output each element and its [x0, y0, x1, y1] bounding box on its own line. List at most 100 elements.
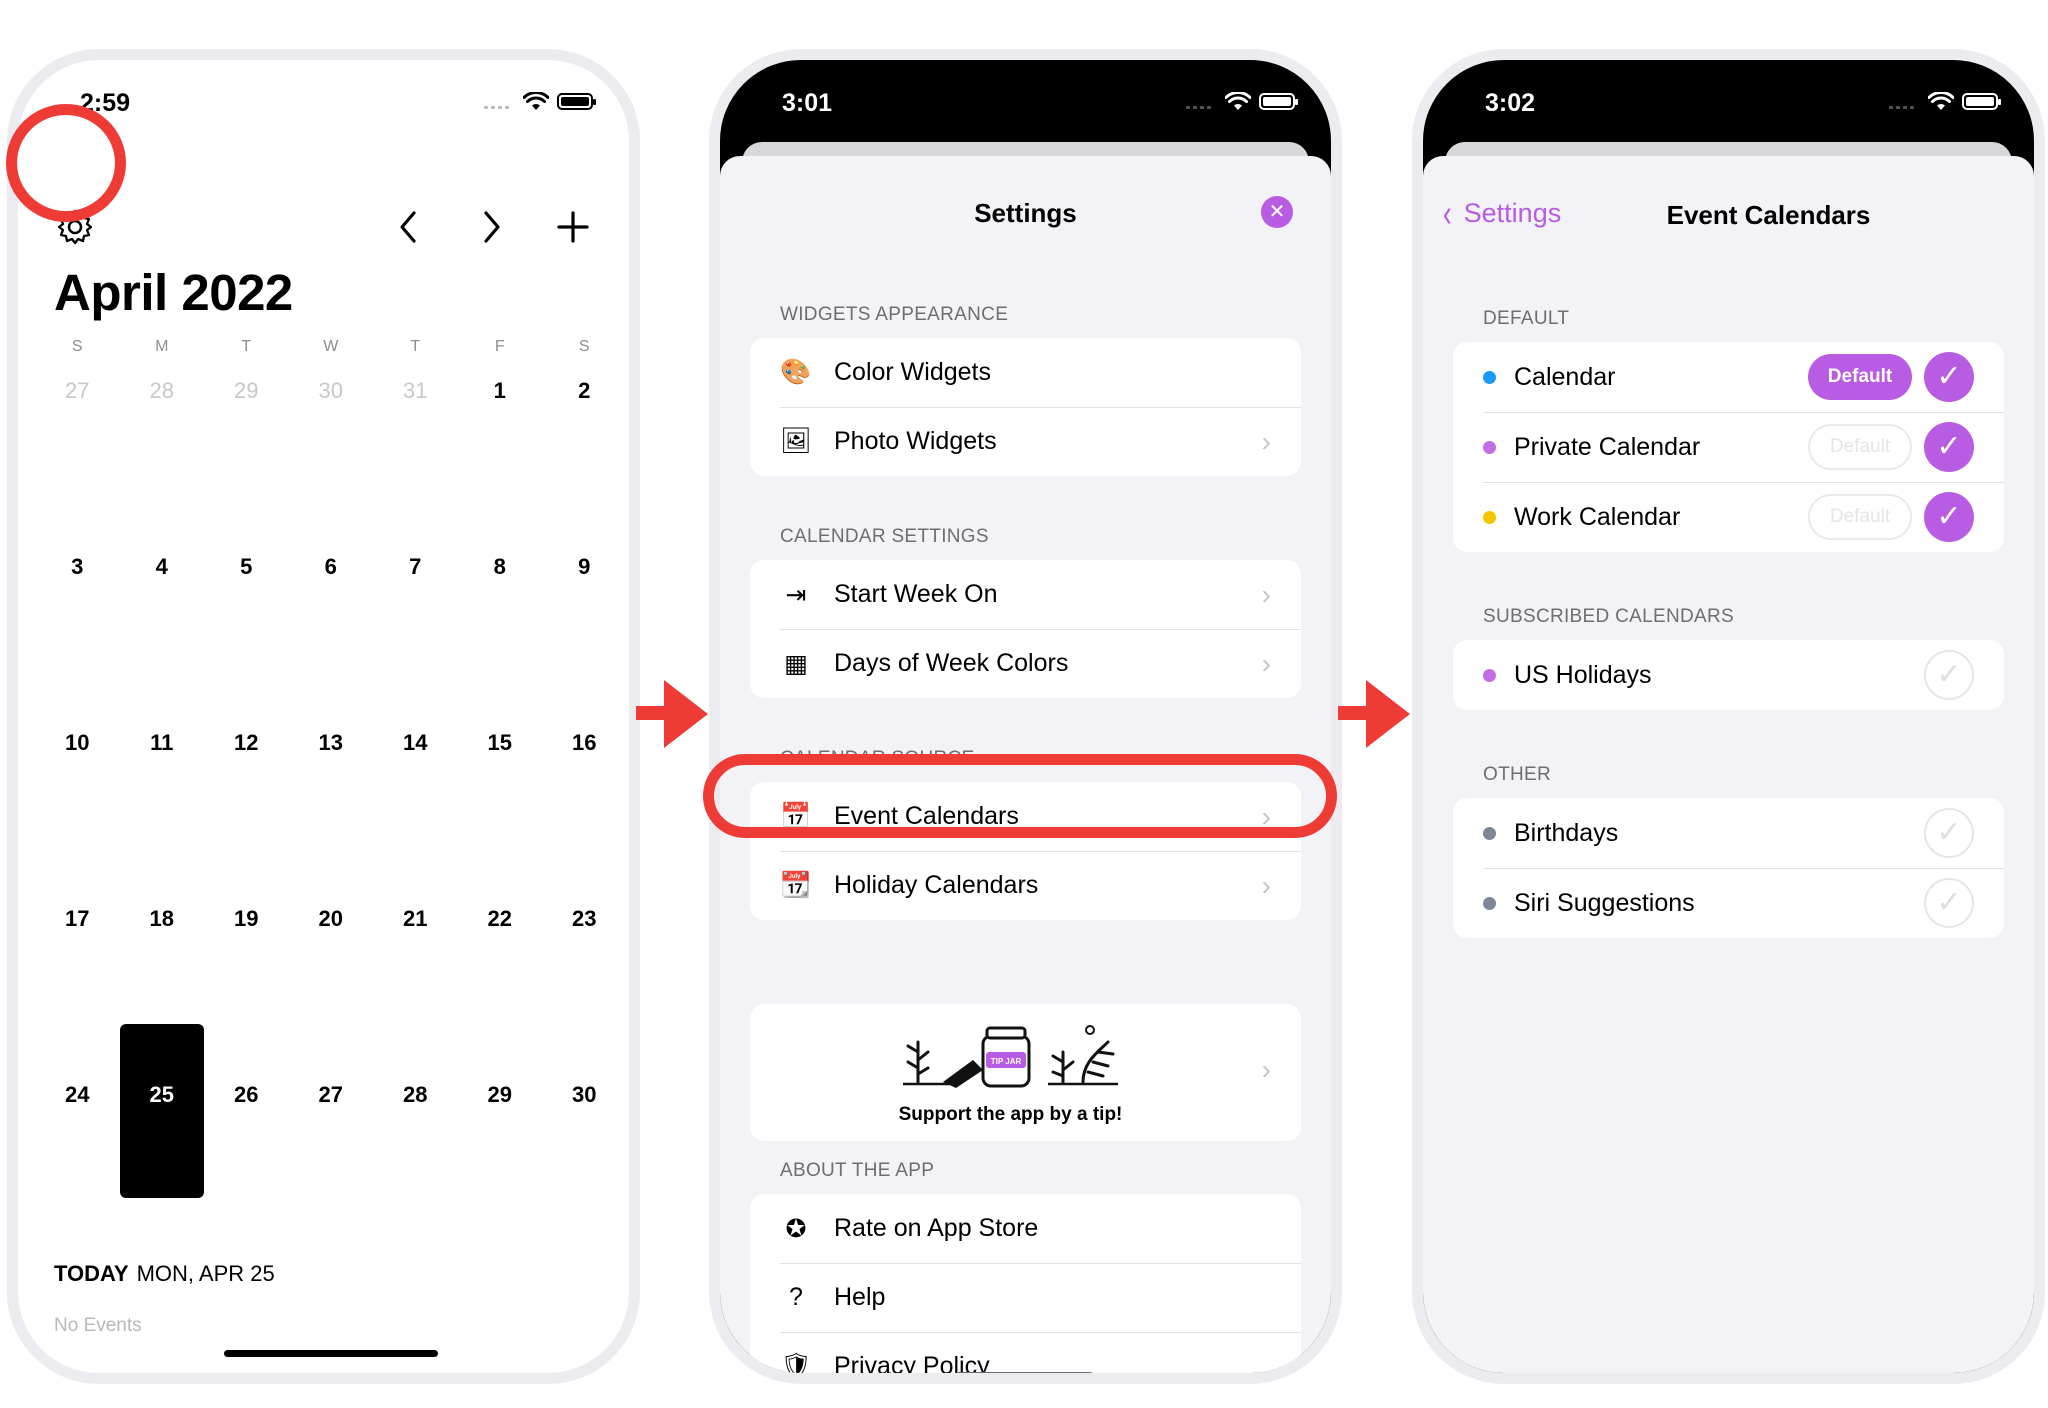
default-pill[interactable]: Default — [1808, 354, 1912, 400]
signal-icon — [484, 95, 509, 109]
day-cell[interactable]: 6 — [289, 548, 374, 724]
weekday-label: S — [71, 338, 83, 355]
checkmark-icon[interactable]: ✓ — [1924, 650, 1974, 700]
calendar-color-dot — [1483, 826, 1496, 840]
day-cell[interactable]: 18 — [120, 900, 205, 1076]
calendar-label: Calendar — [1514, 362, 1616, 391]
calendar-label: Work Calendar — [1514, 502, 1681, 531]
calendar-label: Birthdays — [1514, 818, 1619, 847]
row-label: Privacy Policy — [834, 1352, 990, 1380]
day-cell[interactable]: 14 — [373, 724, 458, 900]
day-cell[interactable]: 21 — [373, 900, 458, 1076]
weekday-label: F — [494, 338, 505, 355]
day-cell[interactable]: 5 — [204, 548, 289, 724]
day-cell[interactable]: 22 — [458, 900, 543, 1076]
checkmark-icon[interactable]: ✓ — [1924, 808, 1974, 858]
battery-icon — [1259, 93, 1298, 110]
settings-row-start-week[interactable]: ⇥ Start Week On › — [750, 560, 1301, 629]
settings-row-photo-widgets[interactable]: 🖼 Photo Widgets › — [750, 407, 1301, 476]
plus-icon[interactable] — [554, 208, 592, 253]
section-header: SUBSCRIBED CALENDARS — [1483, 606, 1734, 627]
chevron-right-icon[interactable] — [480, 208, 504, 253]
default-pill[interactable]: Default — [1808, 424, 1912, 470]
event-calendars-screen: 3:02 ‹ Settings Event Calendars DEFAULT … — [1412, 49, 2045, 1384]
section-header: OTHER — [1483, 764, 1551, 785]
battery-icon — [557, 93, 596, 110]
day-cell[interactable]: 27 — [35, 372, 120, 548]
settings-row-week-colors[interactable]: ▦ Days of Week Colors › — [750, 629, 1301, 698]
day-cell[interactable]: 20 — [289, 900, 374, 1076]
checkmark-icon[interactable]: ✓ — [1924, 422, 1974, 472]
tip-jar-card[interactable]: TIP JAR Support the app by a tip! › — [750, 1004, 1301, 1141]
question-circle-icon: ? — [789, 1283, 803, 1311]
row-label: Rate on App Store — [834, 1214, 1039, 1242]
day-cell[interactable]: 28 — [120, 372, 205, 548]
day-cell[interactable]: 29 — [204, 372, 289, 548]
day-cell[interactable]: 19 — [204, 900, 289, 1076]
day-cell[interactable]: 11 — [120, 724, 205, 900]
day-cell[interactable]: 1 — [458, 372, 543, 548]
arrow-right-icon — [636, 680, 708, 748]
settings-row-rate[interactable]: ✪ Rate on App Store — [750, 1194, 1301, 1263]
wifi-icon — [523, 92, 549, 110]
status-time: 3:01 — [782, 89, 833, 117]
calendar-grid-icon: ▦ — [784, 649, 808, 678]
row-label: Color Widgets — [834, 358, 991, 386]
day-cell[interactable]: 29 — [458, 1076, 543, 1252]
about-group: ✪ Rate on App Store ? Help 🛡 Privacy Pol… — [750, 1194, 1301, 1380]
day-cell[interactable]: 31 — [373, 372, 458, 548]
chevron-left-icon[interactable] — [396, 208, 420, 253]
today-summary: TODAY MON, APR 25 — [54, 1261, 275, 1287]
palette-icon: 🎨 — [780, 358, 812, 386]
checkmark-icon[interactable]: ✓ — [1924, 492, 1974, 542]
day-cell[interactable]: 8 — [458, 548, 543, 724]
day-cell[interactable]: 3 — [35, 548, 120, 724]
calendar-row[interactable]: Siri Suggestions ✓ — [1453, 868, 2004, 938]
calendar-row[interactable]: US Holidays ✓ — [1453, 640, 2004, 710]
day-cell[interactable]: 15 — [458, 724, 543, 900]
settings-row-holiday-calendars[interactable]: 📆 Holiday Calendars › — [750, 851, 1301, 920]
settings-row-privacy[interactable]: 🛡 Privacy Policy — [750, 1332, 1301, 1380]
close-button[interactable]: ✕ — [1261, 196, 1293, 228]
day-cell[interactable]: 16 — [542, 724, 627, 900]
day-cell[interactable]: 30 — [289, 372, 374, 548]
day-cell-today[interactable]: 25 — [120, 1076, 205, 1252]
section-header: WIDGETS APPEARANCE — [780, 304, 1009, 325]
row-label: Photo Widgets — [834, 427, 997, 455]
day-cell[interactable]: 13 — [289, 724, 374, 900]
weekday-label: S — [578, 338, 590, 355]
day-cell[interactable]: 7 — [373, 548, 458, 724]
checkmark-icon[interactable]: ✓ — [1924, 352, 1974, 402]
row-label: Days of Week Colors — [834, 649, 1069, 677]
calendar-row[interactable]: Work Calendar Default ✓ — [1453, 482, 2004, 552]
default-pill[interactable]: Default — [1808, 494, 1912, 540]
day-cell[interactable]: 10 — [35, 724, 120, 900]
chevron-right-icon: › — [1261, 425, 1271, 457]
row-label: Holiday Calendars — [834, 871, 1039, 899]
settings-row-help[interactable]: ? Help — [750, 1263, 1301, 1332]
calendar-row[interactable]: Birthdays ✓ — [1453, 798, 2004, 868]
day-cell[interactable]: 17 — [35, 900, 120, 1076]
day-cell[interactable]: 30 — [542, 1076, 627, 1252]
checkmark-icon[interactable]: ✓ — [1924, 878, 1974, 928]
close-icon: ✕ — [1268, 201, 1286, 223]
month-grid: 27 28 29 30 31 1 2 3 4 5 6 7 8 9 10 11 1… — [35, 372, 627, 1252]
calendar-row[interactable]: Calendar Default ✓ — [1453, 342, 2004, 412]
calendar-plus-icon: 📆 — [780, 871, 812, 899]
day-cell[interactable]: 23 — [542, 900, 627, 1076]
day-cell[interactable]: 24 — [35, 1076, 120, 1252]
settings-row-color-widgets[interactable]: 🎨 Color Widgets — [750, 338, 1301, 407]
calendar-row[interactable]: Private Calendar Default ✓ — [1453, 412, 2004, 482]
day-cell[interactable]: 12 — [204, 724, 289, 900]
highlight-circle — [6, 104, 126, 222]
day-cell[interactable]: 26 — [204, 1076, 289, 1252]
day-cell[interactable]: 2 — [542, 372, 627, 548]
week-row: 24 25 26 27 28 29 30 — [35, 1076, 627, 1252]
day-cell[interactable]: 4 — [120, 548, 205, 724]
tip-text: Support the app by a tip! — [898, 1104, 1123, 1125]
chevron-right-icon: › — [1261, 578, 1271, 610]
day-cell[interactable]: 27 — [289, 1076, 374, 1252]
widgets-group: 🎨 Color Widgets 🖼 Photo Widgets › — [750, 338, 1301, 476]
day-cell[interactable]: 28 — [373, 1076, 458, 1252]
day-cell[interactable]: 9 — [542, 548, 627, 724]
